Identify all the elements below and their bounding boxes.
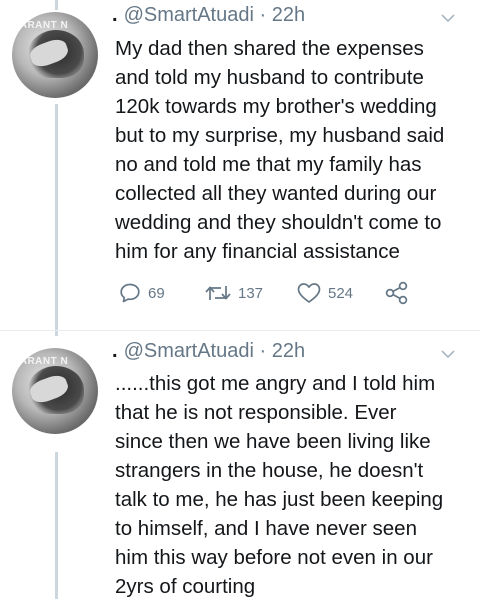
share-icon	[385, 281, 408, 305]
chevron-down-icon[interactable]	[441, 13, 455, 23]
tweet[interactable]: UARANT N . @SmartAtuadi · 22h ......this …	[0, 336, 480, 599]
tweet-line: strangers in the house, he doesn't	[115, 459, 424, 482]
chevron-down-icon[interactable]	[441, 349, 455, 359]
share-button[interactable]	[384, 280, 410, 306]
avatar[interactable]: UARANT N	[12, 348, 98, 434]
tweet-line: and told my husband to contribute	[115, 66, 424, 89]
tweet-line: him this way before not even in our	[115, 546, 433, 569]
tweet-line: no and told me that my family has	[115, 153, 422, 176]
tweet-line: but to my surprise, my husband said	[115, 124, 445, 147]
timestamp[interactable]: 22h	[272, 4, 305, 26]
tweet-header: . @SmartAtuadi · 22h	[112, 340, 305, 363]
tweet-line: 2yrs of courting	[115, 575, 256, 598]
avatar-watermark: UARANT N	[12, 20, 69, 31]
avatar-watermark: UARANT N	[12, 356, 69, 367]
retweet-count: 137	[238, 284, 264, 302]
tweet-divider	[0, 330, 480, 331]
tweet-line: him for any financial assistance	[115, 240, 400, 263]
author-handle[interactable]: @SmartAtuadi	[124, 4, 254, 26]
tweet-line: ......this got me angry and I told him	[115, 372, 436, 395]
tweet-line: since then we have been living like	[115, 430, 431, 453]
separator: ·	[259, 340, 267, 362]
tweet-header: . @SmartAtuadi · 22h	[112, 4, 305, 27]
separator: ·	[259, 4, 267, 26]
tweet-line: to himself, and I have never seen	[115, 517, 417, 540]
tweet-line: My dad then shared the expenses	[115, 37, 424, 60]
reply-button[interactable]: 69	[118, 280, 165, 306]
avatar[interactable]: UARANT N	[12, 12, 98, 98]
tweet-text: My dad then shared the expenses and told…	[115, 34, 475, 266]
tweet-line: 120k towards my brother's wedding	[115, 95, 437, 118]
timestamp[interactable]: 22h	[272, 340, 305, 362]
retweet-button[interactable]: 137	[204, 280, 263, 306]
author-handle[interactable]: @SmartAtuadi	[124, 340, 254, 362]
like-count: 524	[328, 284, 354, 302]
reply-icon	[120, 283, 140, 303]
retweet-icon	[205, 286, 231, 300]
tweet-line: that he is not responsible. Ever	[115, 401, 397, 424]
tweet-actions: 69 137 524	[118, 280, 438, 306]
tweet-line: wedding and they shouldn't come to	[115, 211, 442, 234]
tweet-line: talk to me, he has just been keeping	[115, 488, 444, 511]
tweet[interactable]: UARANT N . @SmartAtuadi · 22h My dad then…	[0, 0, 480, 330]
bullet-dot: .	[112, 4, 118, 26]
heart-icon	[297, 283, 321, 303]
reply-count: 69	[148, 284, 165, 302]
bullet-dot: .	[112, 340, 118, 362]
tweet-line: collected all they wanted during our	[115, 182, 437, 205]
tweet-text: ......this got me angry and I told him t…	[115, 369, 475, 601]
like-button[interactable]: 524	[296, 280, 353, 306]
